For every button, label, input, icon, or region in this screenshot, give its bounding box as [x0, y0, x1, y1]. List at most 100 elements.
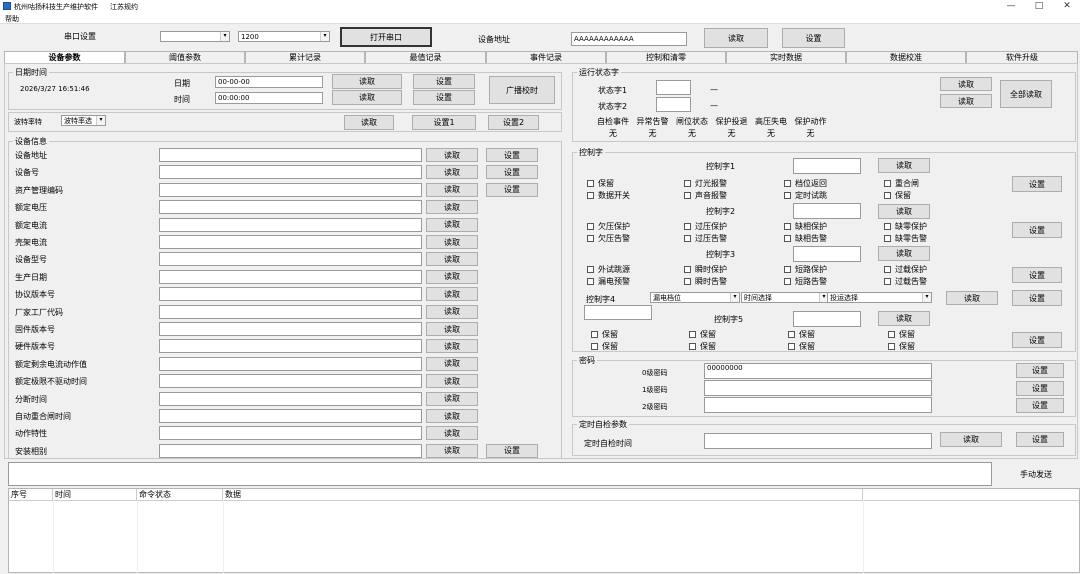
baud-set2-button[interactable]: 设置2 — [488, 115, 539, 130]
selfcheck-read-button[interactable]: 读取 — [940, 432, 1002, 447]
control-checkbox[interactable]: 过载告警 — [884, 276, 927, 287]
control-checkbox[interactable]: 缺相保护 — [784, 221, 827, 232]
log-column-header[interactable]: 序号 — [9, 489, 53, 500]
device-field-input[interactable] — [159, 443, 422, 458]
device-field-input[interactable] — [159, 374, 422, 389]
tab-3[interactable]: 最值记录 — [365, 51, 486, 63]
control-checkbox[interactable]: 保留 — [788, 341, 815, 352]
control-checkbox[interactable]: 短路告警 — [784, 276, 827, 287]
log-column-header[interactable]: 命令状态 — [137, 489, 223, 500]
control-checkbox[interactable]: 重合闸 — [884, 178, 919, 189]
control-word2-set-button[interactable]: 设置 — [1012, 222, 1062, 238]
device-field-set-button[interactable]: 设置 — [486, 165, 538, 180]
close-icon[interactable]: ✕ — [1054, 0, 1080, 13]
device-field-read-button[interactable]: 读取 — [426, 374, 478, 389]
device-field-read-button[interactable]: 读取 — [426, 148, 478, 162]
control-checkbox[interactable]: 缺零保护 — [884, 221, 927, 232]
read-all-button[interactable]: 全部读取 — [1000, 80, 1052, 108]
device-field-input[interactable] — [159, 356, 422, 371]
control-checkbox[interactable]: 灯光报警 — [684, 178, 727, 189]
control-word5-input[interactable] — [793, 311, 861, 327]
control-word3-input[interactable] — [793, 246, 861, 262]
device-field-input[interactable] — [159, 252, 422, 267]
control-word4-set-button[interactable]: 设置 — [1012, 290, 1062, 306]
control-checkbox[interactable]: 欠压告警 — [587, 233, 630, 244]
tab-6[interactable]: 实时数据 — [726, 51, 846, 63]
device-field-read-button[interactable]: 读取 — [426, 217, 478, 232]
device-address-input[interactable]: AAAAAAAAAAAA — [571, 32, 687, 46]
baud-read-button[interactable]: 读取 — [344, 115, 394, 130]
password-level2-input[interactable] — [704, 397, 932, 413]
password-level1-input[interactable] — [704, 380, 932, 396]
maximize-icon[interactable]: □ — [1026, 0, 1052, 13]
control-checkbox[interactable]: 保留 — [788, 329, 815, 340]
device-field-read-button[interactable]: 读取 — [426, 339, 478, 354]
time-select[interactable]: 时间选择 ▾ — [741, 292, 829, 303]
control-checkbox[interactable]: 过压告警 — [684, 233, 727, 244]
log-list[interactable]: 序号 时间 命令状态 数据 — [8, 488, 1080, 574]
time-input[interactable]: 00:00:00 — [215, 92, 323, 104]
status-word2-input[interactable] — [656, 97, 691, 112]
control-checkbox[interactable]: 档位返回 — [784, 178, 827, 189]
device-field-set-button[interactable]: 设置 — [486, 148, 538, 162]
control-checkbox[interactable]: 过载保护 — [884, 264, 927, 275]
control-checkbox[interactable]: 数据开关 — [587, 190, 630, 201]
control-word5-read-button[interactable]: 读取 — [878, 311, 930, 326]
control-word3-read-button[interactable]: 读取 — [878, 246, 930, 261]
device-field-read-button[interactable]: 读取 — [426, 235, 478, 249]
control-checkbox[interactable]: 瞬时告警 — [684, 276, 727, 287]
menu-help[interactable]: 帮助 — [5, 14, 19, 24]
control-checkbox[interactable]: 缺零告警 — [884, 233, 927, 244]
device-field-read-button[interactable]: 读取 — [426, 356, 478, 371]
date-set-button[interactable]: 设置 — [413, 74, 475, 89]
device-field-input[interactable] — [159, 235, 422, 249]
send-input[interactable] — [8, 462, 992, 486]
log-column-header[interactable]: 数据 — [223, 489, 863, 500]
device-field-set-button[interactable]: 设置 — [486, 443, 538, 458]
device-field-read-button[interactable]: 读取 — [426, 304, 478, 319]
device-field-read-button[interactable]: 读取 — [426, 426, 478, 441]
control-checkbox[interactable]: 声音报警 — [684, 190, 727, 201]
cast-select[interactable]: 投运选择 ▾ — [827, 292, 932, 303]
tab-7[interactable]: 数据校准 — [846, 51, 966, 63]
tab-8[interactable]: 软件升级 — [966, 51, 1078, 63]
tab-1[interactable]: 阈值参数 — [125, 51, 245, 63]
manual-send-button[interactable]: 手动发送 — [996, 462, 1076, 486]
date-input[interactable]: 00-00-00 — [215, 76, 323, 88]
control-checkbox[interactable]: 保留 — [888, 329, 915, 340]
control-checkbox[interactable]: 过压保护 — [684, 221, 727, 232]
control-word3-set-button[interactable]: 设置 — [1012, 267, 1062, 283]
control-checkbox[interactable]: 漏电预警 — [587, 276, 630, 287]
control-word1-input[interactable] — [793, 158, 861, 174]
status1-read-button[interactable]: 读取 — [940, 77, 992, 91]
control-checkbox[interactable]: 缺相告警 — [784, 233, 827, 244]
leak-level-select[interactable]: 漏电档位 ▾ — [650, 292, 740, 303]
password-level0-input[interactable]: 00000000 — [704, 363, 932, 379]
device-field-set-button[interactable]: 设置 — [486, 182, 538, 197]
control-word2-input[interactable] — [793, 203, 861, 219]
control-word5-set-button[interactable]: 设置 — [1012, 332, 1062, 348]
control-word2-read-button[interactable]: 读取 — [878, 204, 930, 219]
control-checkbox[interactable]: 保留 — [591, 341, 618, 352]
device-field-read-button[interactable]: 读取 — [426, 287, 478, 302]
baud-rate-select[interactable]: 波特率选 ▾ — [61, 115, 106, 126]
address-set-button[interactable]: 设置 — [782, 28, 845, 48]
device-field-read-button[interactable]: 读取 — [426, 252, 478, 267]
device-field-read-button[interactable]: 读取 — [426, 200, 478, 215]
device-field-input[interactable] — [159, 426, 422, 441]
control-checkbox[interactable]: 保留 — [884, 190, 911, 201]
control-checkbox[interactable]: 保留 — [689, 329, 716, 340]
control-checkbox[interactable]: 保留 — [888, 341, 915, 352]
device-field-input[interactable] — [159, 339, 422, 354]
device-field-input[interactable] — [159, 182, 422, 197]
control-checkbox[interactable]: 保留 — [591, 329, 618, 340]
device-field-input[interactable] — [159, 165, 422, 180]
device-field-read-button[interactable]: 读取 — [426, 391, 478, 406]
minimize-icon[interactable]: — — [998, 0, 1024, 13]
password0-set-button[interactable]: 设置 — [1016, 363, 1064, 378]
date-read-button[interactable]: 读取 — [332, 74, 402, 89]
tab-5[interactable]: 控制和清零 — [606, 51, 726, 63]
device-field-input[interactable] — [159, 304, 422, 319]
device-field-input[interactable] — [159, 269, 422, 284]
tab-4[interactable]: 事件记录 — [486, 51, 606, 63]
